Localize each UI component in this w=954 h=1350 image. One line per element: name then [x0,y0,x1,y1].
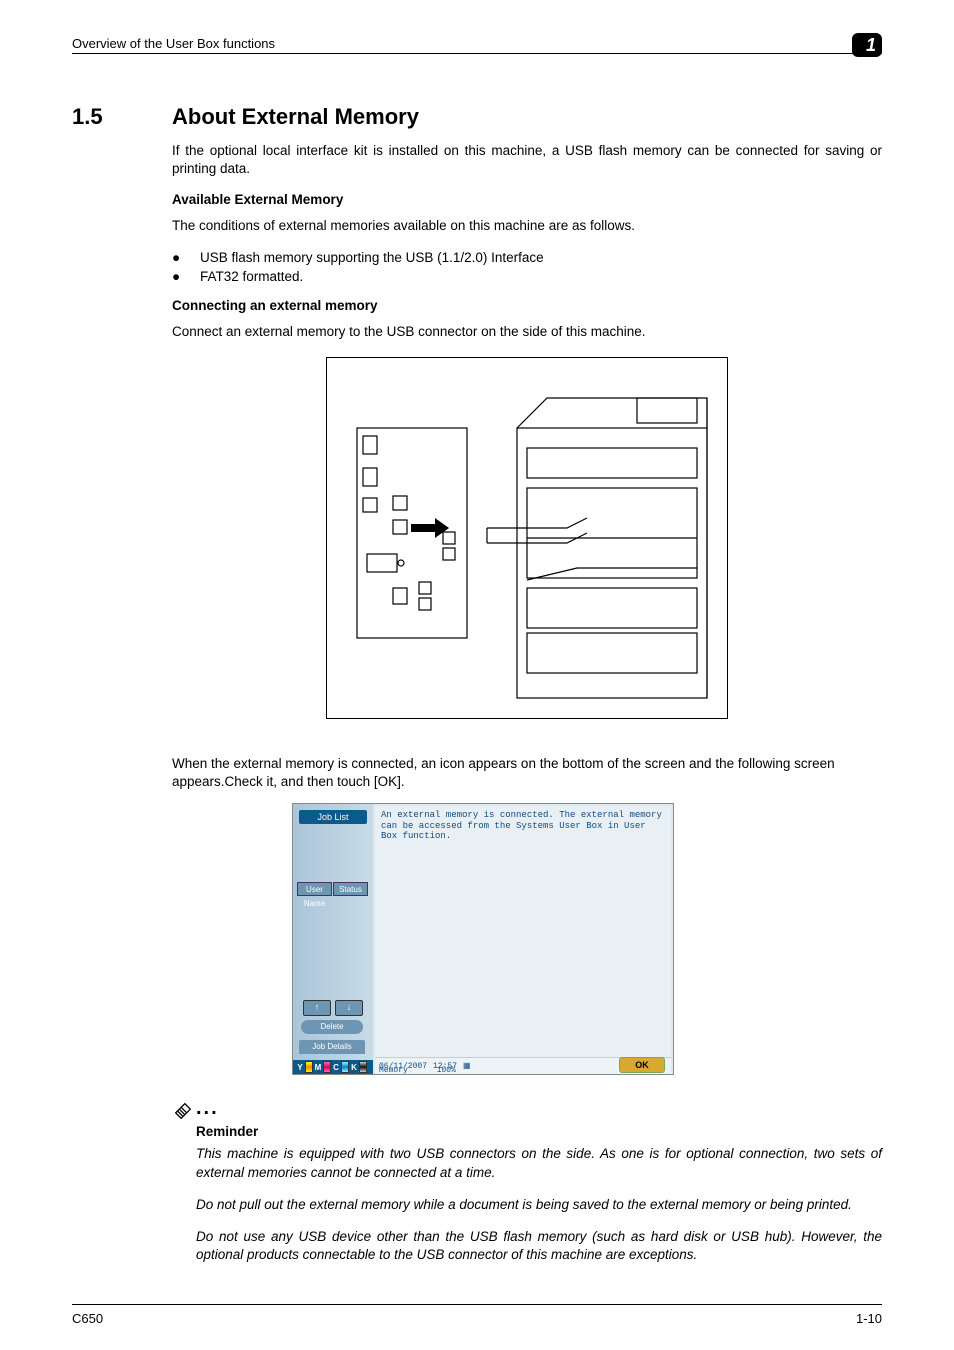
reminder-p3: Do not use any USB device other than the… [196,1228,882,1264]
toner-m: M [314,1063,322,1072]
status-header: User Name Status [297,882,369,896]
section-number: 1.5 [72,104,103,129]
bullet-icon: ● [172,269,200,284]
subheading-connecting: Connecting an external memory [172,298,882,313]
memory-icon: ▦ [463,1061,471,1071]
bullet-text: USB flash memory supporting the USB (1.1… [200,250,544,265]
intro-paragraph: If the optional local interface kit is i… [172,142,882,178]
memory-value: 100% [437,1066,456,1075]
footer-page: 1-10 [856,1311,882,1326]
page: Overview of the User Box functions 1 1.5… [0,0,954,1350]
connecting-lead: Connect an external memory to the USB co… [172,323,882,341]
toner-k-bar [359,1061,367,1073]
user-name-col: User Name [297,882,332,896]
ok-button[interactable]: OK [619,1057,665,1073]
toner-m-bar [323,1061,331,1073]
section-title: About External Memory [172,104,882,130]
running-title: Overview of the User Box functions [72,36,275,51]
toner-status: Y M C K [293,1060,373,1074]
toner-k: K [350,1063,358,1072]
content: 1.5 About External Memory If the optiona… [72,54,882,1278]
running-header: Overview of the User Box functions 1 [72,36,882,54]
chapter-badge: 1 [852,33,882,57]
reminder-icon: ... [172,1099,882,1122]
status-col: Status [333,882,368,896]
bullet-item: ● USB flash memory supporting the USB (1… [172,250,882,265]
after-figure-paragraph: When the external memory is connected, a… [172,755,882,791]
memory-label: Memory [379,1066,408,1075]
lcd-main: An external memory is connected. The ext… [375,806,671,1058]
job-list-tab[interactable]: Job List [299,810,367,824]
toner-c: C [332,1063,340,1072]
printer-diagram [326,357,728,719]
lcd-message: An external memory is connected. The ext… [381,810,665,841]
bullet-item: ● FAT32 formatted. [172,269,882,284]
available-lead: The conditions of external memories avai… [172,217,882,235]
footer: C650 1-10 [72,1304,882,1326]
lcd-screenshot: Job List User Name Status ↑ ↓ Delete Job… [292,803,674,1075]
toner-y-bar [305,1061,313,1073]
reminder-dots: ... [196,1097,219,1120]
lcd-sidebar: Job List User Name Status ↑ ↓ Delete Job… [293,804,373,1074]
delete-button[interactable]: Delete [301,1020,363,1034]
reminder-p2: Do not pull out the external memory whil… [196,1196,882,1214]
toner-c-bar [341,1061,349,1073]
job-details-button[interactable]: Job Details [299,1040,365,1054]
bullet-text: FAT32 formatted. [200,269,303,284]
toner-y: Y [296,1063,304,1072]
footer-model: C650 [72,1311,103,1326]
bullet-icon: ● [172,250,200,265]
subheading-available: Available External Memory [172,192,882,207]
reminder-label: Reminder [196,1124,882,1139]
scroll-up-button[interactable]: ↑ [303,1000,331,1016]
scroll-down-button[interactable]: ↓ [335,1000,363,1016]
reminder-p1: This machine is equipped with two USB co… [196,1145,882,1181]
